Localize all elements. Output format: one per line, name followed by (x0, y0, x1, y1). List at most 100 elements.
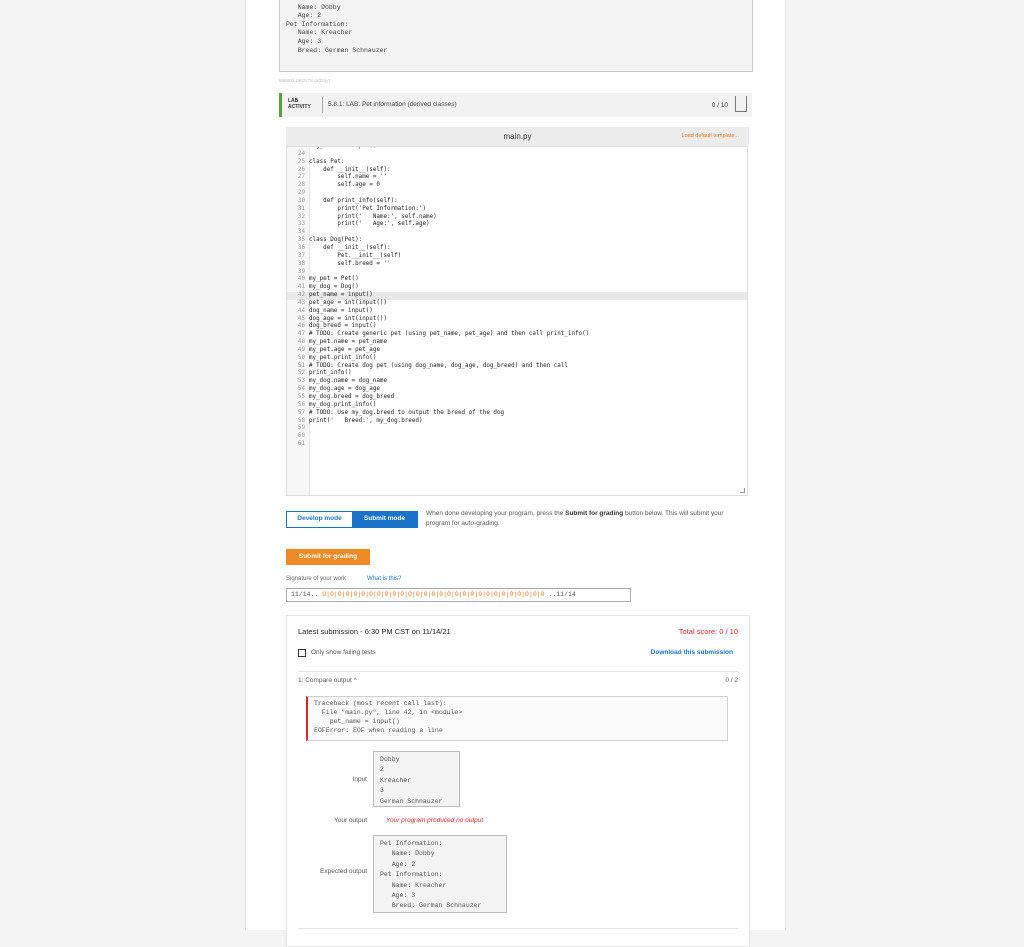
code-text[interactable]: self.age = 0 (309, 182, 380, 190)
code-line[interactable]: 43 pet_age = int(input()) (287, 300, 747, 308)
code-line[interactable]: 28 self.age = 0 (287, 182, 747, 190)
total-score: Total score: 0 / 10 (678, 627, 738, 636)
code-line[interactable]: 41 my_dog = Dog() (287, 284, 747, 292)
code-text[interactable]: my_dog.breed = dog_breed (309, 394, 394, 402)
code-line[interactable]: 45 dog_age = int(input()) (287, 316, 747, 324)
signature-label: Signature of your work (286, 576, 347, 582)
code-text[interactable]: print('Pet Information:') (309, 206, 426, 214)
code-line[interactable]: 34 (287, 229, 747, 237)
code-text[interactable]: my_pet.name = pet_name (309, 339, 387, 347)
code-text[interactable]: my_pet.age = pet_age (309, 347, 380, 355)
code-text[interactable]: my_pet = Pet() (309, 276, 359, 284)
code-text[interactable]: pet_name = input() (309, 292, 373, 300)
code-line[interactable]: 54 my_dog.age = dog_age (287, 386, 747, 394)
code-line[interactable]: 32 print(' Name:', self.name) (287, 214, 747, 222)
code-text[interactable]: my_pet.print_info() (309, 355, 376, 363)
code-line[interactable]: 25 class Pet: (287, 159, 747, 167)
code-line[interactable]: 26 def __init__(self): (287, 167, 747, 175)
lab-score: 0 / 10 (711, 102, 728, 109)
line-number: 24 (297, 150, 305, 157)
code-text[interactable]: self.name = '' (309, 174, 387, 182)
code-line[interactable]: 48 my_pet.name = pet_name (287, 339, 747, 347)
code-lines[interactable]: 23 dog_breed = input() 24 25 class Pet: 26 de… (287, 147, 747, 449)
code-line[interactable]: 61 (287, 441, 747, 449)
code-line[interactable]: 49 my_pet.age = pet_age (287, 347, 747, 355)
code-text[interactable]: Pet.__init__(self) (309, 253, 401, 261)
line-number: 47 (297, 331, 305, 338)
code-text[interactable]: pet_age = int(input()) (309, 300, 387, 308)
code-line[interactable]: 52 print_info() (287, 370, 747, 378)
line-number: 53 (297, 378, 305, 385)
submit-mode-button[interactable]: Submit mode (352, 512, 417, 527)
line-number: 37 (297, 252, 305, 259)
code-text[interactable]: self.breed = '' (309, 261, 390, 269)
code-line[interactable]: 33 print(' Age:', self.age) (287, 221, 747, 229)
lab-tag-line2: ACTIVITY (288, 104, 311, 110)
line-number: 41 (297, 284, 305, 291)
line-number: 27 (297, 174, 305, 181)
code-text[interactable]: print(' Breed:', my_dog.breed) (309, 418, 423, 426)
code-line[interactable]: 38 self.breed = '' (287, 261, 747, 269)
code-text[interactable]: print_info() (309, 370, 352, 378)
line-number: 46 (297, 323, 305, 330)
code-text[interactable]: def print_info(self): (309, 198, 398, 206)
code-text[interactable]: def __init__(self): (309, 167, 390, 175)
code-line[interactable]: 55 my_dog.breed = dog_breed (287, 394, 747, 402)
code-line[interactable]: 46 dog_breed = input() (287, 323, 747, 331)
code-line[interactable]: 30 def print_info(self): (287, 198, 747, 206)
line-number: 44 (297, 307, 305, 314)
code-line[interactable]: 39 (287, 269, 747, 277)
code-line[interactable]: 42 pet_name = input() (287, 292, 747, 300)
only-failing-checkbox[interactable] (298, 649, 306, 657)
code-line[interactable]: 44 dog_name = input() (287, 308, 747, 316)
signature-box: 11/14.. U|0|0|0|0|0|0|0|0|0|0|0|0|0|0|0|… (286, 588, 631, 602)
compare-output-toggle[interactable]: 1: Compare output ^ (298, 677, 357, 684)
load-default-template-link[interactable]: Load default template... (682, 133, 739, 139)
code-line[interactable]: 24 (287, 151, 747, 159)
code-line[interactable]: 59 (287, 425, 747, 433)
code-text[interactable]: # TODO: Create generic pet (using pet_na… (309, 331, 589, 339)
develop-mode-button[interactable]: Develop mode (287, 512, 352, 527)
code-line[interactable]: 37 Pet.__init__(self) (287, 253, 747, 261)
code-text[interactable]: my_dog.print_info() (309, 402, 376, 410)
your-output-label: Your output (333, 817, 367, 824)
code-text[interactable]: dog_breed = input() (309, 323, 376, 331)
code-line[interactable]: 58 print(' Breed:', my_dog.breed) (287, 418, 747, 426)
code-line[interactable]: 47 # TODO: Create generic pet (using pet_… (287, 331, 747, 339)
code-line[interactable]: 50 my_pet.print_info() (287, 355, 747, 363)
line-number: 35 (297, 237, 305, 244)
code-line[interactable]: 56 my_dog.print_info() (287, 402, 747, 410)
code-text[interactable]: dog_age = int(input()) (309, 316, 387, 324)
signature-what-is-this-link[interactable]: What is this? (367, 576, 401, 582)
code-text[interactable]: def __init__(self): (309, 245, 390, 253)
code-text[interactable]: class Dog(Pet): (309, 237, 362, 245)
code-text[interactable]: my_dog.name = dog_name (309, 378, 387, 386)
code-line[interactable]: 40 my_pet = Pet() (287, 276, 747, 284)
mode-toggle: Develop mode Submit mode (286, 511, 418, 528)
code-text[interactable]: dog_name = input() (309, 308, 373, 316)
signature-end: ..11/14 (544, 591, 576, 598)
code-line[interactable]: 27 self.name = '' (287, 174, 747, 182)
code-line[interactable]: 31 print('Pet Information:') (287, 206, 747, 214)
code-editor[interactable]: 23 dog_breed = input() 24 25 class Pet: 26 de… (286, 146, 748, 496)
code-line[interactable]: 36 def __init__(self): (287, 245, 747, 253)
line-number: 28 (297, 182, 305, 189)
code-line[interactable]: 60 (287, 433, 747, 441)
download-submission-link[interactable]: Download this submission (651, 649, 733, 656)
code-text[interactable]: my_dog.age = dog_age (309, 386, 380, 394)
code-line[interactable]: 53 my_dog.name = dog_name (287, 378, 747, 386)
code-text[interactable]: class Pet: (309, 159, 344, 167)
code-line[interactable]: 35 class Dog(Pet): (287, 237, 747, 245)
code-text[interactable]: # TODO: Create dog pet (using dog_name, … (309, 363, 568, 371)
submit-for-grading-button[interactable]: Submit for grading (286, 549, 370, 565)
code-line[interactable]: 51 # TODO: Create dog pet (using dog_name… (287, 363, 747, 371)
code-line[interactable]: 57 # TODO: Use my_dog.breed to output the… (287, 410, 747, 418)
code-text[interactable]: # TODO: Use my_dog.breed to output the b… (309, 410, 504, 418)
editor-resize-handle[interactable] (740, 488, 745, 493)
code-text[interactable]: my_dog = Dog() (309, 284, 359, 292)
previous-expected-output: Pet Information: Name: Dobby Age: 2 Pet … (279, 0, 753, 72)
code-line[interactable]: 29 (287, 190, 747, 198)
mode-help-text: When done developing your program, press… (426, 509, 741, 529)
code-text[interactable]: print(' Age:', self.age) (309, 221, 429, 229)
code-text[interactable]: print(' Name:', self.name) (309, 214, 436, 222)
